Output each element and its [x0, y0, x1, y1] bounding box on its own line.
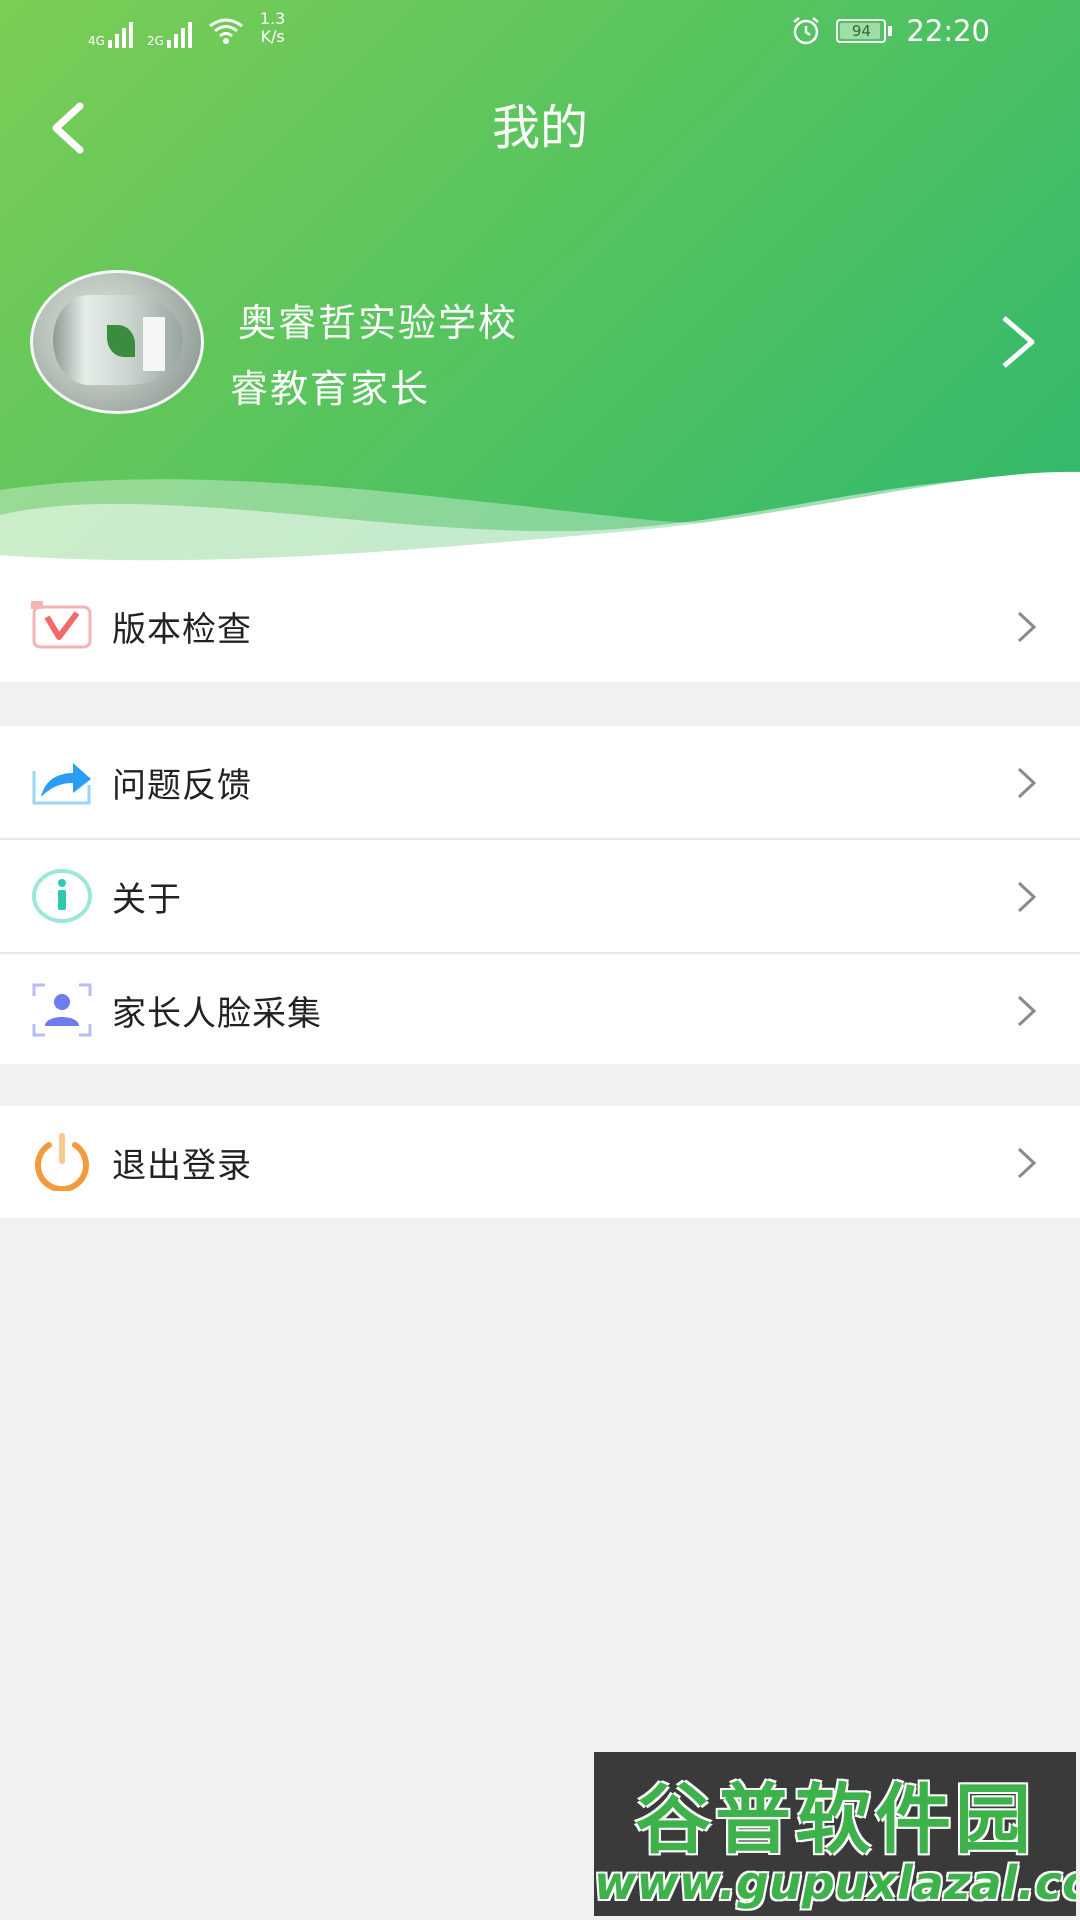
- chevron-right-icon: [1017, 1147, 1037, 1179]
- signal-4g: 4G: [88, 10, 133, 48]
- menu-group-logout: 退出登录: [0, 1106, 1080, 1218]
- menu-item-face-capture[interactable]: 家长人脸采集: [0, 952, 1080, 1066]
- battery-icon: 94: [836, 19, 887, 43]
- status-bar: 4G 2G 1.3 K/s 94 22:20: [0, 0, 1080, 66]
- menu-item-label: 关于: [112, 879, 182, 920]
- signal-2g: 2G: [147, 10, 192, 48]
- signal-bars-icon: [107, 18, 133, 48]
- menu-item-label: 问题反馈: [112, 765, 252, 806]
- watermark-url: www.gupuxlazal.com: [594, 1856, 1076, 1910]
- signal-bars-icon: [166, 18, 192, 48]
- menu-item-label: 家长人脸采集: [112, 993, 322, 1034]
- network-speed-unit: K/s: [260, 27, 285, 46]
- network-speed-value: 1.3: [259, 9, 286, 28]
- menu-item-label: 版本检查: [112, 609, 252, 650]
- menu-item-logout[interactable]: 退出登录: [0, 1106, 1080, 1218]
- chevron-right-icon: [1017, 995, 1037, 1027]
- menu-item-about[interactable]: 关于: [0, 838, 1080, 952]
- status-right: 94 22:20: [790, 14, 990, 48]
- face-capture-icon: [30, 978, 94, 1042]
- wifi-icon: [208, 18, 243, 44]
- watermark-title: 谷普软件园: [635, 1775, 1035, 1864]
- watermark: 谷普软件园 www.gupuxlazal.com: [594, 1752, 1076, 1916]
- profile-role: 睿教育家长: [230, 367, 431, 411]
- header-wave-decoration: [0, 471, 1080, 570]
- menu-item-feedback[interactable]: 问题反馈: [0, 726, 1080, 838]
- chevron-right-icon: [1017, 611, 1037, 643]
- avatar[interactable]: [30, 270, 204, 414]
- network-speed: 1.3 K/s: [260, 10, 285, 46]
- profile-school-name: 奥睿哲实验学校: [238, 301, 519, 345]
- feedback-share-icon: [30, 750, 94, 814]
- clock-time: 22:20: [906, 14, 990, 48]
- menu-item-label: 退出登录: [112, 1145, 252, 1186]
- menu-group-info: 问题反馈 关于 家长人脸采集: [0, 726, 1080, 1064]
- version-check-icon: [30, 594, 94, 658]
- menu-group-version: 版本检查: [0, 570, 1080, 682]
- chevron-right-icon: [1017, 881, 1037, 913]
- network-type-label: 4G: [88, 34, 105, 48]
- power-icon: [30, 1130, 94, 1194]
- info-icon: [30, 864, 94, 928]
- alarm-clock-icon: [793, 17, 820, 45]
- chevron-right-icon: [1017, 767, 1037, 799]
- profile-card[interactable]: 奥睿哲实验学校 睿教育家长: [0, 262, 1080, 422]
- header: 4G 2G 1.3 K/s 94 22:20 我的 奥睿哲实验学校 睿教育家长: [0, 0, 1080, 570]
- network-type-label: 2G: [146, 34, 164, 48]
- menu-item-version-check[interactable]: 版本检查: [0, 570, 1080, 682]
- chevron-right-icon[interactable]: [994, 312, 1042, 372]
- status-left: 4G 2G 1.3 K/s: [88, 10, 285, 48]
- page-title: 我的: [491, 100, 588, 156]
- battery-level: 94: [851, 22, 871, 40]
